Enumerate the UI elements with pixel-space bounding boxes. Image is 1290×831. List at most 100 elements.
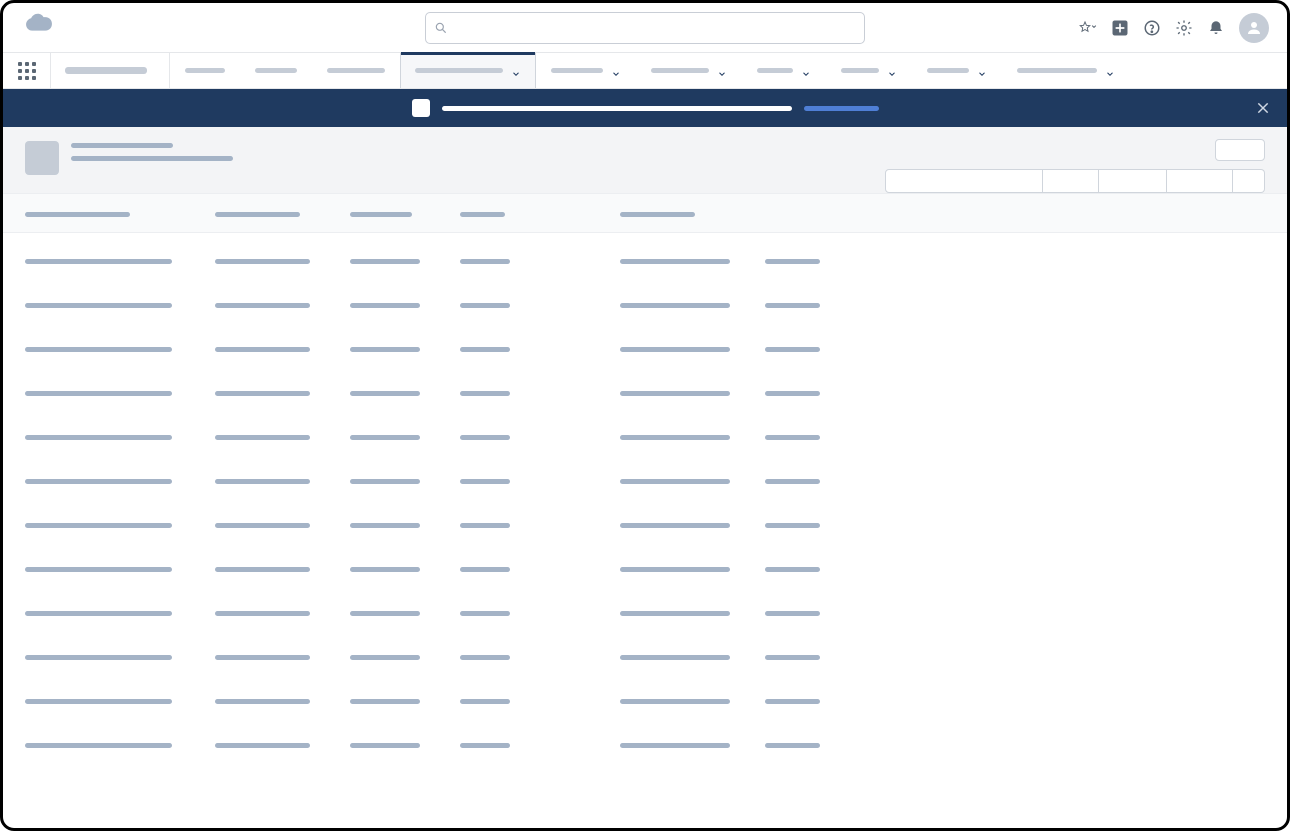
cell-value xyxy=(620,655,730,660)
cell-value xyxy=(460,567,510,572)
table-cell xyxy=(620,471,765,489)
cell-value xyxy=(620,743,730,748)
header-action-segment[interactable] xyxy=(1167,169,1233,193)
global-search[interactable] xyxy=(425,12,865,44)
nav-tab[interactable] xyxy=(400,53,536,88)
table-cell xyxy=(460,735,620,753)
nav-tab-label xyxy=(255,68,297,73)
cell-value xyxy=(215,259,310,264)
column-header[interactable] xyxy=(460,212,505,217)
cell-value xyxy=(25,567,172,572)
table-cell xyxy=(765,427,845,445)
table-cell xyxy=(350,515,460,533)
table-cell xyxy=(460,603,620,621)
nav-tab[interactable] xyxy=(170,53,240,88)
chevron-down-icon[interactable] xyxy=(611,66,621,76)
nav-tab-label xyxy=(841,68,879,73)
nav-tab[interactable] xyxy=(536,53,636,88)
nav-tab[interactable] xyxy=(636,53,742,88)
cell-value xyxy=(765,435,820,440)
header-action-button[interactable] xyxy=(1215,139,1265,161)
nav-tab-label xyxy=(757,68,793,73)
setup-gear-icon[interactable] xyxy=(1175,19,1193,37)
cell-value xyxy=(460,347,510,352)
cell-value xyxy=(350,655,420,660)
app-launcher-icon[interactable] xyxy=(3,53,51,88)
chevron-down-icon[interactable] xyxy=(511,66,521,76)
table-row[interactable] xyxy=(25,339,1265,357)
table-row[interactable] xyxy=(25,559,1265,577)
nav-tab[interactable] xyxy=(240,53,312,88)
cell-value xyxy=(25,435,172,440)
table-row[interactable] xyxy=(25,647,1265,665)
cell-value xyxy=(620,567,730,572)
app-name xyxy=(51,53,170,88)
header-action-segment[interactable] xyxy=(1099,169,1167,193)
nav-tab[interactable] xyxy=(826,53,912,88)
cell-value xyxy=(215,699,310,704)
table-cell xyxy=(350,383,460,401)
table-row[interactable] xyxy=(25,735,1265,753)
cell-value xyxy=(350,523,420,528)
table-cell xyxy=(215,251,350,269)
table-row[interactable] xyxy=(25,691,1265,709)
cell-value xyxy=(25,743,172,748)
chevron-down-icon[interactable] xyxy=(1105,66,1115,76)
favorites-icon[interactable] xyxy=(1079,19,1097,37)
table-row[interactable] xyxy=(25,471,1265,489)
banner-link[interactable] xyxy=(804,106,879,111)
column-header[interactable] xyxy=(215,212,300,217)
table-row[interactable] xyxy=(25,295,1265,313)
table-cell xyxy=(765,603,845,621)
table-cell xyxy=(350,471,460,489)
cell-value xyxy=(350,567,420,572)
nav-tab[interactable] xyxy=(912,53,1002,88)
nav-tab[interactable] xyxy=(312,53,400,88)
cell-value xyxy=(620,699,730,704)
table-cell xyxy=(765,251,845,269)
chevron-down-icon[interactable] xyxy=(801,66,811,76)
search-icon xyxy=(434,21,448,35)
column-header[interactable] xyxy=(350,212,412,217)
cell-value xyxy=(350,479,420,484)
cell-value xyxy=(460,743,510,748)
table-row[interactable] xyxy=(25,383,1265,401)
help-icon[interactable] xyxy=(1143,19,1161,37)
table-row[interactable] xyxy=(25,251,1265,269)
cell-value xyxy=(765,743,820,748)
notifications-bell-icon[interactable] xyxy=(1207,19,1225,37)
header-action-segment[interactable] xyxy=(885,169,1043,193)
header-action-segment[interactable] xyxy=(1233,169,1265,193)
column-header[interactable] xyxy=(25,212,130,217)
header-action-segment[interactable] xyxy=(1043,169,1099,193)
cell-value xyxy=(350,743,420,748)
cell-value xyxy=(25,611,172,616)
table-row[interactable] xyxy=(25,603,1265,621)
banner-close-icon[interactable] xyxy=(1255,100,1271,116)
chevron-down-icon[interactable] xyxy=(887,66,897,76)
global-actions-add-icon[interactable] xyxy=(1111,19,1129,37)
table-cell xyxy=(25,603,215,621)
nav-tab[interactable] xyxy=(742,53,826,88)
table-cell xyxy=(460,383,620,401)
global-search-input[interactable] xyxy=(454,20,856,35)
table-cell xyxy=(620,559,765,577)
table-row[interactable] xyxy=(25,427,1265,445)
table-cell xyxy=(620,515,765,533)
chevron-down-icon[interactable] xyxy=(717,66,727,76)
table-cell xyxy=(25,515,215,533)
cell-value xyxy=(25,391,172,396)
table-cell xyxy=(765,559,845,577)
user-avatar[interactable] xyxy=(1239,13,1269,43)
table-cell xyxy=(215,691,350,709)
table-cell xyxy=(25,647,215,665)
column-header[interactable] xyxy=(620,212,695,217)
nav-tab[interactable] xyxy=(1002,53,1130,88)
chevron-down-icon[interactable] xyxy=(977,66,987,76)
cell-value xyxy=(620,523,730,528)
cell-value xyxy=(765,567,820,572)
table-row[interactable] xyxy=(25,515,1265,533)
table-cell xyxy=(460,515,620,533)
table-cell xyxy=(765,735,845,753)
table-cell xyxy=(620,735,765,753)
